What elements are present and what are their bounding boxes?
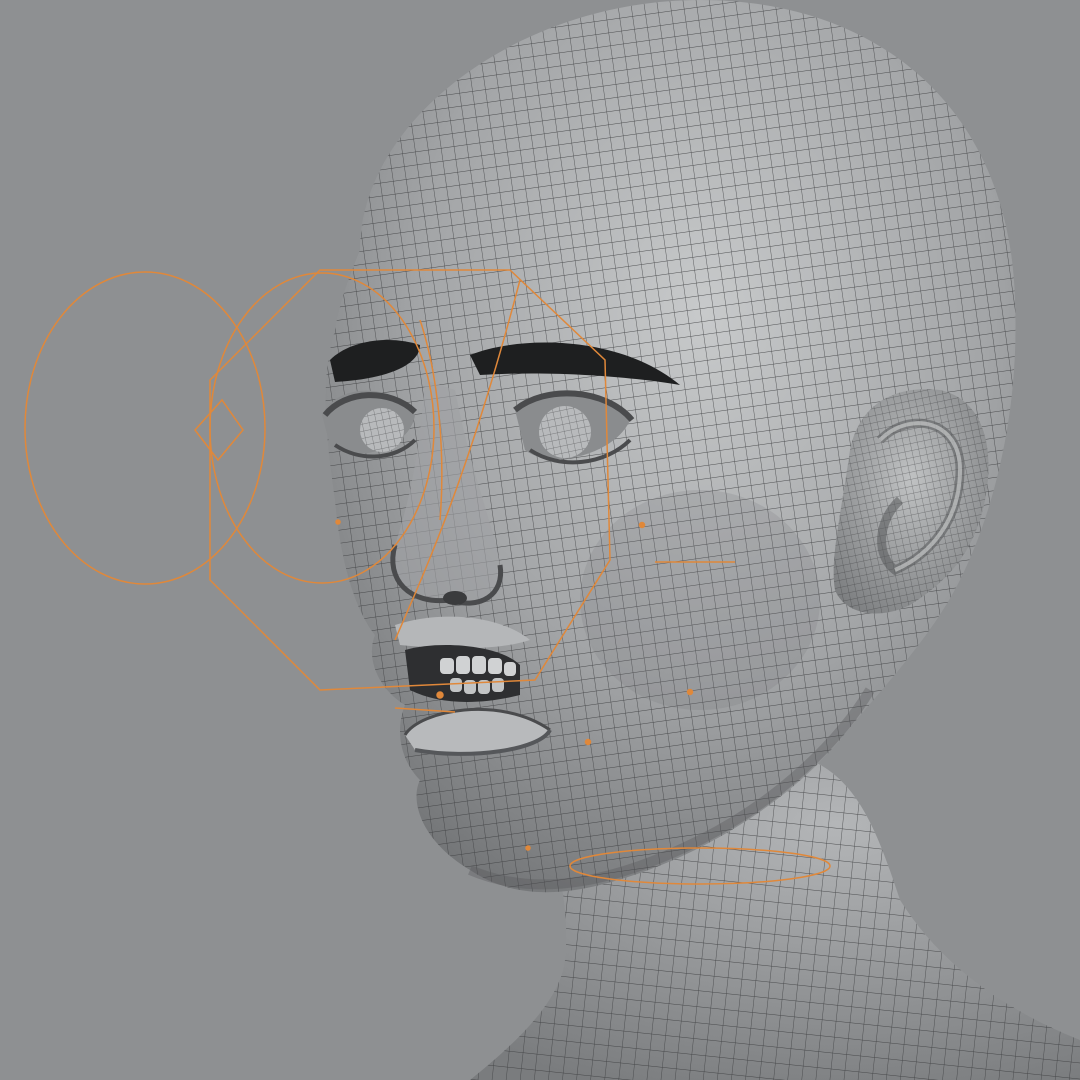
3d-viewport[interactable] [0,0,1080,1080]
render-canvas [0,0,1080,1080]
